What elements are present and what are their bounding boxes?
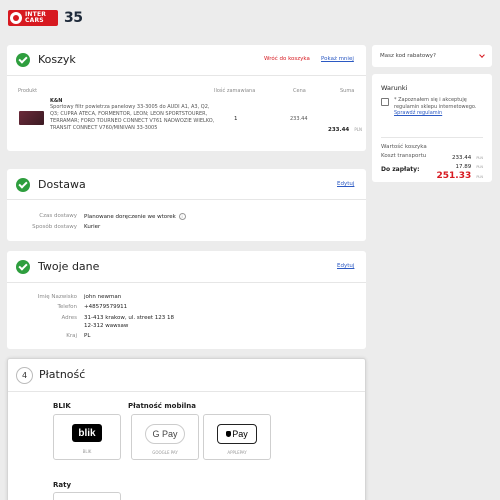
apple-icon: [226, 431, 232, 437]
discount-code-label: Masz kod rabatowy?: [380, 53, 436, 59]
divider: [381, 137, 483, 138]
product-price: 233.44: [290, 116, 308, 122]
your-data-section: Twoje dane Edytuj Imię Nazwisko john new…: [7, 251, 366, 349]
payment-section: 4 Płatność BLIK Płatność mobilna blik BL…: [7, 358, 366, 500]
col-qty: Ilość zamawiana: [214, 88, 256, 94]
name-label: Imię Nazwisko: [37, 294, 77, 300]
cart-complete-check-icon: [16, 53, 30, 67]
inter-cars-logo[interactable]: INTER CARS: [8, 10, 58, 26]
mobile-payment-heading: Płatność mobilna: [128, 402, 196, 410]
terms-link[interactable]: Sprawdź regulamin: [394, 110, 442, 116]
address-line2: 12-312 wawsaw: [84, 323, 129, 329]
delivery-title: Dostawa: [38, 178, 86, 191]
product-image: [19, 111, 44, 125]
cart-value-label: Wartość koszyka: [381, 144, 427, 150]
shipping-label: Koszt transportu: [381, 153, 427, 159]
terms-text: * Zapoznałem się i akceptuję regulamin s…: [394, 97, 477, 116]
logo-emblem-icon: [10, 12, 22, 24]
return-to-cart-link[interactable]: Wróć do koszyka: [264, 56, 310, 62]
country-label: Kraj: [66, 333, 77, 339]
delivery-method-value: Kurier: [84, 224, 101, 230]
anniversary-badge: 35: [64, 10, 83, 26]
total-label: Do zapłaty:: [381, 166, 420, 173]
order-summary: Warunki * Zapoznałem się i akceptuję reg…: [372, 74, 492, 182]
google-pay-logo: G Pay: [145, 424, 185, 444]
delivery-edit-link[interactable]: Edytuj: [337, 181, 354, 187]
cart-section: Koszyk Wróć do koszyka Pokaż mniej Produ…: [7, 45, 366, 151]
apple-pay-caption: APPLEPAY: [227, 450, 247, 455]
terms-checkbox[interactable]: [381, 98, 389, 106]
installments-heading: Raty: [53, 481, 72, 489]
col-price: Cena: [293, 88, 306, 94]
delivery-section: Dostawa Edytuj Czas dostawy Planowane do…: [7, 169, 366, 241]
divider: [7, 282, 366, 283]
chevron-down-icon: [479, 52, 485, 58]
blik-heading: BLIK: [53, 402, 71, 410]
delivery-complete-check-icon: [16, 178, 30, 192]
info-icon[interactable]: i: [178, 213, 186, 220]
apple-pay-logo: Pay: [217, 424, 257, 444]
your-data-edit-link[interactable]: Edytuj: [337, 263, 354, 269]
your-data-title: Twoje dane: [38, 260, 100, 273]
divider: [7, 199, 366, 200]
your-data-complete-check-icon: [16, 260, 30, 274]
address-line1: 31-413 krakow, ul. street 123 18: [84, 315, 174, 321]
phone-value: +48579579911: [84, 304, 128, 310]
payment-title: Płatność: [39, 368, 86, 381]
google-pay-option[interactable]: G Pay GOOGLE PAY: [131, 414, 199, 460]
apple-pay-option[interactable]: Pay APPLEPAY: [203, 414, 271, 460]
product-qty: 1: [234, 116, 238, 122]
discount-code-dropdown[interactable]: Masz kod rabatowy?: [372, 45, 492, 67]
total-value: 251.33 PLN: [436, 171, 483, 181]
cart-title: Koszyk: [38, 53, 76, 66]
col-sum: Suma: [340, 88, 355, 94]
product-info: K&N Sportowy filtr powietrza panelowy 33…: [50, 98, 215, 132]
address-label: Adres: [61, 315, 77, 321]
show-less-link[interactable]: Pokaż mniej: [321, 56, 354, 62]
country-value: PL: [84, 333, 91, 339]
blik-payment-option[interactable]: blik BLIK: [53, 414, 121, 460]
payment-step-number: 4: [16, 367, 33, 384]
delivery-method-label: Sposób dostawy: [32, 224, 77, 230]
divider: [8, 391, 365, 392]
installments-option[interactable]: [53, 492, 121, 500]
google-pay-caption: GOOGLE PAY: [152, 450, 178, 455]
blik-caption: BLIK: [82, 449, 92, 454]
delivery-time-label: Czas dostawy: [39, 213, 77, 219]
terms-heading: Warunki: [381, 84, 408, 92]
col-product: Produkt: [18, 88, 38, 94]
product-description[interactable]: Sportowy filtr powietrza panelowy 33-300…: [50, 104, 215, 132]
logo-text: INTER CARS: [25, 11, 47, 24]
blik-logo: blik: [72, 424, 102, 442]
delivery-time-value: Planowane doręczenie we wtorek i: [84, 213, 186, 220]
phone-label: Telefon: [57, 304, 77, 310]
product-sum: 233.44 PLN: [328, 127, 362, 133]
name-value: john newman: [84, 294, 122, 300]
divider: [7, 75, 366, 76]
